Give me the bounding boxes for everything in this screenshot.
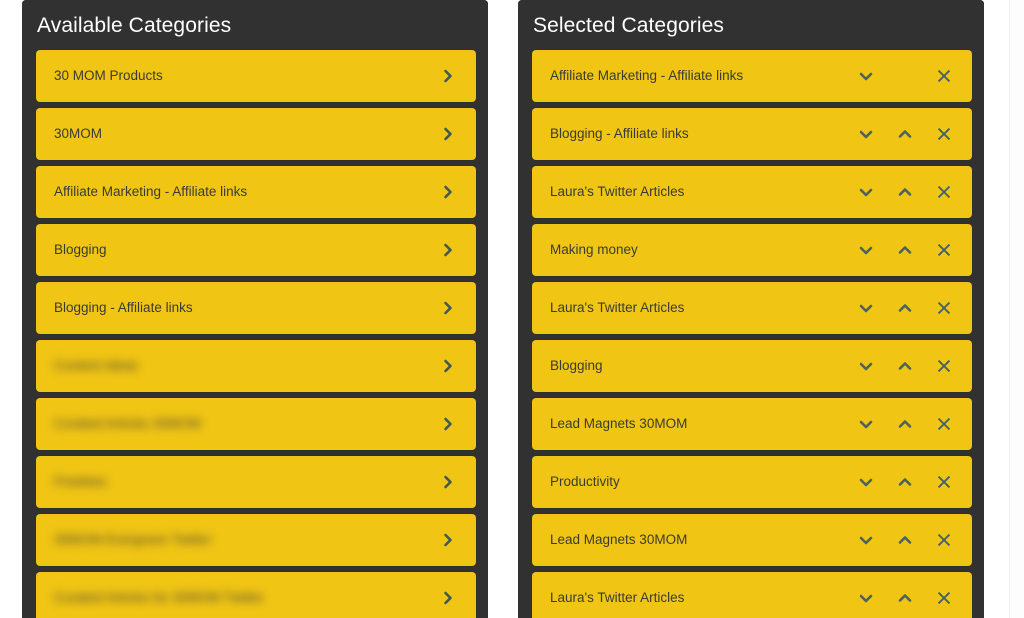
selected-category-item[interactable]: Lead Magnets 30MOM <box>532 398 972 450</box>
close-x-icon[interactable] <box>933 471 955 493</box>
available-category-label: Curated Articles 30MOM <box>54 415 202 431</box>
chevron-up-icon[interactable] <box>894 239 916 261</box>
available-category-item[interactable]: Freebies <box>36 456 476 508</box>
available-category-item[interactable]: 30MOM <box>36 108 476 160</box>
selected-category-label: Laura's Twitter Articles <box>550 299 685 315</box>
chevron-down-icon[interactable] <box>855 297 877 319</box>
chevron-down-icon[interactable] <box>855 239 877 261</box>
close-x-icon[interactable] <box>933 587 955 609</box>
selected-category-item[interactable]: Laura's Twitter Articles <box>532 166 972 218</box>
available-category-item[interactable]: Curated Articles for 30MOM Twitter <box>36 572 476 618</box>
selected-category-item[interactable]: Laura's Twitter Articles <box>532 572 972 618</box>
chevron-right-icon[interactable] <box>437 297 459 319</box>
selected-category-label: Lead Magnets 30MOM <box>550 415 688 431</box>
available-category-label: 30MOM <box>54 125 103 141</box>
chevron-up-icon[interactable] <box>894 297 916 319</box>
chevron-up-icon-placeholder <box>894 65 916 87</box>
chevron-up-icon[interactable] <box>894 181 916 203</box>
selected-category-label: Blogging <box>550 357 603 373</box>
selected-categories-panel: Selected Categories Affiliate Marketing … <box>518 0 984 618</box>
chevron-down-icon[interactable] <box>855 587 877 609</box>
available-category-label: 30MOM Evergreen Twitter <box>54 531 212 547</box>
chevron-up-icon[interactable] <box>894 471 916 493</box>
available-category-item[interactable]: Blogging - Affiliate links <box>36 282 476 334</box>
available-categories-panel: Available Categories 30 MOM Products 30MO… <box>22 0 488 618</box>
category-picker: Available Categories 30 MOM Products 30MO… <box>0 0 1009 618</box>
selected-category-label: Laura's Twitter Articles <box>550 589 685 605</box>
available-category-label: Curated Articles for 30MOM Twitter <box>54 589 264 605</box>
available-category-item[interactable]: 30MOM Evergreen Twitter <box>36 514 476 566</box>
chevron-right-icon[interactable] <box>437 413 459 435</box>
selected-category-item[interactable]: Making money <box>532 224 972 276</box>
chevron-down-icon[interactable] <box>855 471 877 493</box>
selected-panel-header: Selected Categories <box>518 0 984 50</box>
available-category-item[interactable]: Content Ideas <box>36 340 476 392</box>
selected-categories-list: Affiliate Marketing - Affiliate links Blo… <box>518 50 984 618</box>
selected-category-label: Making money <box>550 241 638 257</box>
chevron-up-icon[interactable] <box>894 123 916 145</box>
close-x-icon[interactable] <box>933 181 955 203</box>
close-x-icon[interactable] <box>933 123 955 145</box>
chevron-right-icon[interactable] <box>437 65 459 87</box>
selected-category-label: Affiliate Marketing - Affiliate links <box>550 67 744 83</box>
selected-category-label: Blogging - Affiliate links <box>550 125 689 141</box>
selected-panel-title: Selected Categories <box>533 13 725 37</box>
selected-category-item[interactable]: Blogging <box>532 340 972 392</box>
chevron-up-icon[interactable] <box>894 587 916 609</box>
chevron-right-icon[interactable] <box>437 239 459 261</box>
page-root: Available Categories 30 MOM Products 30MO… <box>0 0 1024 618</box>
available-category-label: Blogging <box>54 241 107 257</box>
chevron-right-icon[interactable] <box>437 355 459 377</box>
available-category-label: Freebies <box>54 473 107 489</box>
available-category-item[interactable]: Curated Articles 30MOM <box>36 398 476 450</box>
selected-category-item[interactable]: Laura's Twitter Articles <box>532 282 972 334</box>
close-x-icon[interactable] <box>933 239 955 261</box>
chevron-up-icon[interactable] <box>894 355 916 377</box>
chevron-right-icon[interactable] <box>437 471 459 493</box>
chevron-down-icon[interactable] <box>855 529 877 551</box>
close-x-icon[interactable] <box>933 297 955 319</box>
close-x-icon[interactable] <box>933 355 955 377</box>
available-panel-title: Available Categories <box>37 13 232 37</box>
selected-category-item[interactable]: Productivity <box>532 456 972 508</box>
close-x-icon[interactable] <box>933 65 955 87</box>
available-category-label: Content Ideas <box>54 357 139 373</box>
available-categories-list: 30 MOM Products 30MOM Affiliate Marketing … <box>22 50 488 618</box>
page-scrollbar[interactable] <box>1009 0 1024 618</box>
available-category-item[interactable]: Blogging <box>36 224 476 276</box>
close-x-icon[interactable] <box>933 529 955 551</box>
chevron-right-icon[interactable] <box>437 181 459 203</box>
available-category-label: Blogging - Affiliate links <box>54 299 193 315</box>
chevron-down-icon[interactable] <box>855 123 877 145</box>
selected-category-label: Productivity <box>550 473 620 489</box>
available-category-label: 30 MOM Products <box>54 67 163 83</box>
chevron-down-icon[interactable] <box>855 413 877 435</box>
chevron-right-icon[interactable] <box>437 529 459 551</box>
chevron-down-icon[interactable] <box>855 181 877 203</box>
selected-category-label: Lead Magnets 30MOM <box>550 531 688 547</box>
selected-category-item[interactable]: Affiliate Marketing - Affiliate links <box>532 50 972 102</box>
chevron-down-icon[interactable] <box>855 355 877 377</box>
selected-category-item[interactable]: Blogging - Affiliate links <box>532 108 972 160</box>
available-category-item[interactable]: Affiliate Marketing - Affiliate links <box>36 166 476 218</box>
chevron-up-icon[interactable] <box>894 413 916 435</box>
chevron-right-icon[interactable] <box>437 587 459 609</box>
chevron-up-icon[interactable] <box>894 529 916 551</box>
selected-category-label: Laura's Twitter Articles <box>550 183 685 199</box>
close-x-icon[interactable] <box>933 413 955 435</box>
available-category-label: Affiliate Marketing - Affiliate links <box>54 183 248 199</box>
available-category-item[interactable]: 30 MOM Products <box>36 50 476 102</box>
chevron-down-icon[interactable] <box>855 65 877 87</box>
selected-category-item[interactable]: Lead Magnets 30MOM <box>532 514 972 566</box>
chevron-right-icon[interactable] <box>437 123 459 145</box>
available-panel-header: Available Categories <box>22 0 488 50</box>
